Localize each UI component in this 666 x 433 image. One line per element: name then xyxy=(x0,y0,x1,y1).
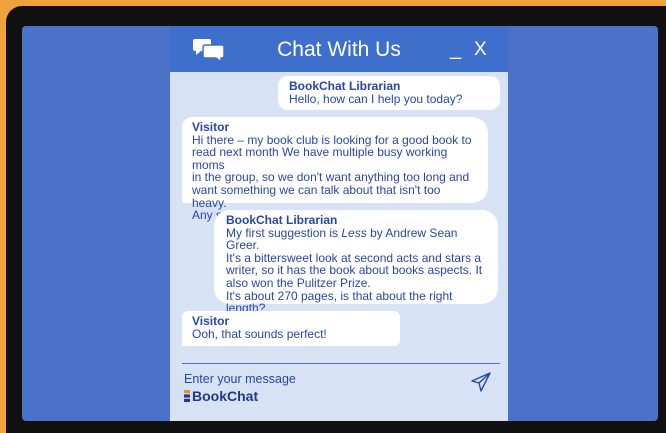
screen: Chat With Us _ X BookChat Librarian Hell… xyxy=(22,26,658,421)
book-stack-icon xyxy=(184,390,190,402)
message-sender: Visitor xyxy=(192,314,230,328)
message-sender: Visitor xyxy=(192,120,230,134)
book-title: Less xyxy=(341,225,367,240)
message-visitor-2: Visitor Ooh, that sounds perfect! xyxy=(182,311,400,346)
input-divider xyxy=(182,363,500,364)
message-librarian-1: BookChat Librarian Hello, how can I help… xyxy=(278,76,500,110)
close-button[interactable]: X xyxy=(474,39,487,61)
paper-plane-icon[interactable] xyxy=(470,371,492,393)
minimize-button[interactable]: _ xyxy=(450,38,461,60)
message-text: Ooh, that sounds perfect! xyxy=(192,326,327,341)
message-librarian-2: BookChat Librarian My first suggestion i… xyxy=(214,210,498,314)
message-sender: BookChat Librarian xyxy=(289,79,401,93)
brand-logo: BookChat xyxy=(192,388,259,404)
message-text: Hello, how can I help you today? xyxy=(289,91,463,106)
message-text: Hi there – my book club is looking for a… xyxy=(192,132,472,223)
message-input[interactable]: Enter your message xyxy=(184,372,296,386)
message-visitor-1: Visitor Hi there – my book club is looki… xyxy=(182,117,488,221)
chat-header: Chat With Us _ X xyxy=(170,26,508,72)
message-text: My first suggestion is Less by Andrew Se… xyxy=(226,225,488,315)
chat-window: Chat With Us _ X BookChat Librarian Hell… xyxy=(170,26,508,421)
